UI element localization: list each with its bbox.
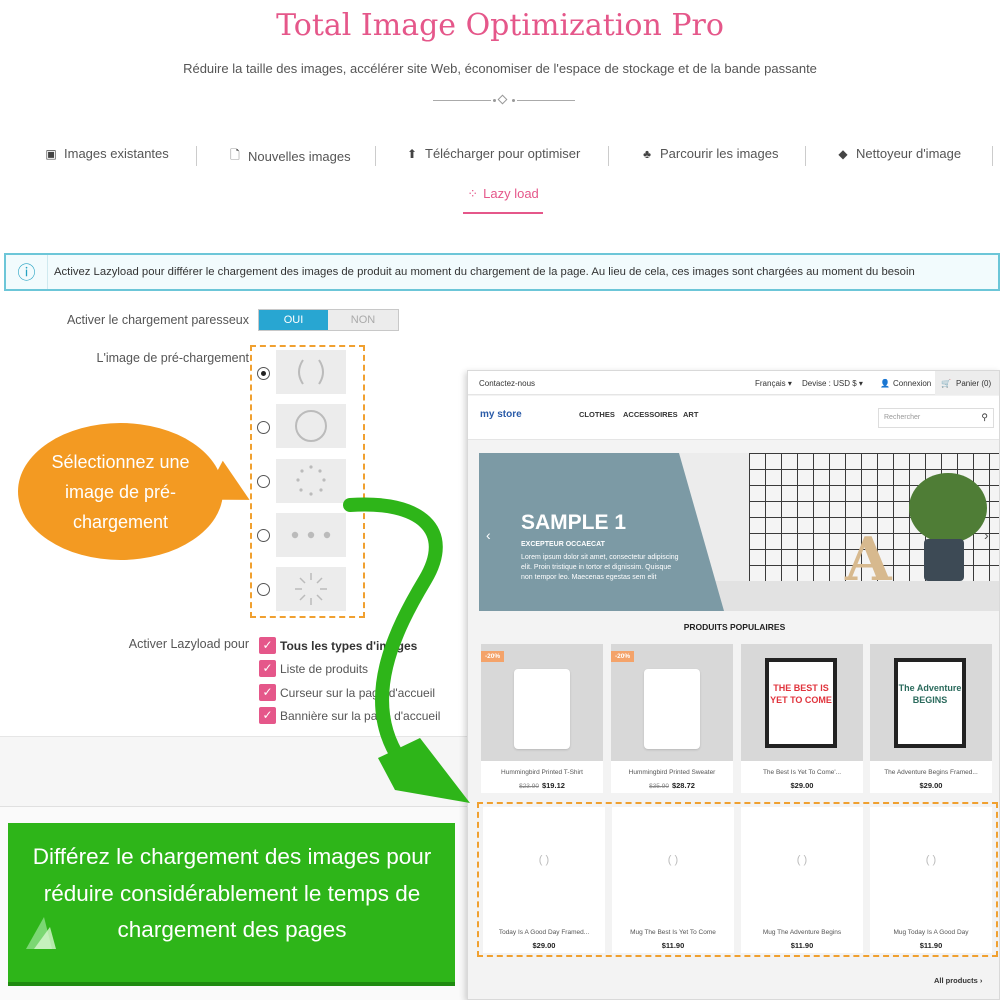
store-currency-select[interactable]: Devise : USD $ ▾ <box>802 379 863 388</box>
tab-telecharger[interactable]: ⬆ Télécharger pour optimiser <box>405 146 580 161</box>
product-card[interactable]: -20% Hummingbird Printed T-Shirt $23.90 $… <box>481 644 603 793</box>
store-login-link[interactable]: Connexion <box>893 379 931 388</box>
checkbox-all-image-types[interactable]: ✓ <box>259 637 276 654</box>
file-icon: 🗋 <box>230 148 240 162</box>
store-nav-accessoires[interactable]: ACCESSOIRES <box>623 410 678 419</box>
tab-bar: ▣ Images existantes 🗋 Nouvelles images ⬆ Té… <box>0 146 1000 168</box>
lazyload-label: Activer le chargement paresseux <box>66 313 249 327</box>
checkbox-all-image-types-label: Tous les types d'images <box>280 639 418 653</box>
store-preview: Contactez-nous Français ▾ Devise : USD $… <box>467 370 1000 1000</box>
tab-nettoyeur[interactable]: ◆ Nettoyeur d'image <box>836 146 961 161</box>
hero-decor-letter: A <box>845 525 892 595</box>
sweater-image <box>644 669 700 749</box>
form-footer <box>0 736 468 806</box>
lazyload-toggle[interactable]: OUI NON <box>258 309 399 331</box>
checkbox-home-banner[interactable]: ✓ <box>259 707 276 724</box>
checkbox-home-slider[interactable]: ✓ <box>259 684 276 701</box>
image-icon: ▣ <box>45 146 57 161</box>
user-icon: 👤 <box>880 379 890 388</box>
product-name[interactable]: Hummingbird Printed Sweater <box>611 769 733 776</box>
store-nav-art[interactable]: ART <box>683 410 698 419</box>
tab-lazy-load[interactable]: ⁘ Lazy load <box>463 186 543 214</box>
discount-badge: -20% <box>481 651 505 662</box>
store-search-input[interactable]: Rechercher ⚲ <box>878 408 994 428</box>
checkbox-home-slider-label: Curseur sur la page d'accueil <box>280 686 436 700</box>
select-preload-callout: Sélectionnez une image de pré-chargement <box>18 423 223 560</box>
store-topbar: Contactez-nous Français ▾ Devise : USD $… <box>468 371 999 395</box>
poster-frame-image: THE BEST IS YET TO COME <box>765 658 837 748</box>
page-title: Total Image Optimization Pro <box>276 8 724 43</box>
search-icon[interactable]: ⚲ <box>981 412 988 423</box>
checkbox-home-banner-label: Bannière sur la page d'accueil <box>280 709 441 723</box>
hero-title: SAMPLE 1 <box>521 511 627 534</box>
product-card[interactable]: -20% Hummingbird Printed Sweater $35.90 $… <box>611 644 733 793</box>
sitemap-icon: ♣ <box>643 146 651 161</box>
eraser-icon: ◆ <box>838 146 848 161</box>
tab-parcourir[interactable]: ♣ Parcourir les images <box>640 146 778 161</box>
spinner-icon: ⁘ <box>467 186 479 201</box>
loader-spokes-preview[interactable] <box>276 567 346 611</box>
product-price: $29.00 <box>919 781 943 790</box>
store-hero-slider: A SAMPLE 1 EXCEPTEUR OCCAECAT Lorem ipsu… <box>479 453 999 611</box>
popular-products-title: PRODUITS POPULAIRES <box>683 622 786 632</box>
upload-icon: ⬆ <box>406 146 418 161</box>
preload-radio-2[interactable] <box>257 421 270 434</box>
hero-plant <box>909 473 987 543</box>
product-price: $35.90 $28.72 <box>649 781 695 790</box>
hero-subtitle: EXCEPTEUR OCCAECAT <box>521 541 605 548</box>
product-card[interactable]: The Adventure BEGINS The Adventure Begin… <box>870 644 992 793</box>
loader-brackets-preview[interactable] <box>276 350 346 394</box>
toggle-off-button[interactable]: NON <box>328 310 398 330</box>
info-icon: ⓘ <box>6 255 48 289</box>
info-alert: ⓘ Activez Lazyload pour différer le char… <box>4 253 1000 291</box>
store-nav-clothes[interactable]: CLOTHES <box>579 410 615 419</box>
product-price: $29.00 <box>790 781 814 790</box>
checkbox-product-list-label: Liste de produits <box>280 662 369 676</box>
tab-nouvelles-images[interactable]: 🗋 Nouvelles images <box>228 146 350 167</box>
store-contact-link[interactable]: Contactez-nous <box>479 379 535 388</box>
cart-icon: 🛒 <box>941 379 951 388</box>
store-language-select[interactable]: Français ▾ <box>755 379 792 388</box>
product-card[interactable]: THE BEST IS YET TO COME The Best Is Yet … <box>741 644 863 793</box>
hero-next-arrow[interactable]: › <box>984 527 989 543</box>
toggle-on-button[interactable]: OUI <box>259 310 328 330</box>
loader-ring-preview[interactable] <box>276 404 346 448</box>
loader-three-dots-preview[interactable] <box>276 513 346 557</box>
title-divider <box>433 94 575 106</box>
page-subtitle: Réduire la taille des images, accélérer … <box>183 61 817 76</box>
hero-prev-arrow[interactable]: ‹ <box>486 527 491 543</box>
all-products-link[interactable]: All products › <box>934 976 982 985</box>
store-cart[interactable]: 🛒 Panier (0) <box>935 371 999 395</box>
discount-badge: -20% <box>611 651 635 662</box>
tab-images-existantes[interactable]: ▣ Images existantes <box>44 146 168 161</box>
preload-radio-5[interactable] <box>257 583 270 596</box>
tshirt-image <box>514 669 570 749</box>
product-name[interactable]: The Best Is Yet To Come'... <box>741 769 863 776</box>
store-logo[interactable]: my store <box>480 409 522 420</box>
hero-text: Lorem ipsum dolor sit amet, consectetur … <box>521 554 679 581</box>
loader-dots-circle-preview[interactable] <box>276 459 346 503</box>
lazy-benefit-callout: Différez le chargement des images pour r… <box>8 823 455 986</box>
triangle-decor-icon <box>26 917 56 949</box>
product-price: $23.90 $19.12 <box>519 781 565 790</box>
product-name[interactable]: Hummingbird Printed T-Shirt <box>481 769 603 776</box>
store-header: my store CLOTHES ACCESSOIRES ART Recherc… <box>468 396 999 440</box>
preload-image-label: L'image de pré-chargement <box>96 351 249 365</box>
apply-lazyload-label: Activer Lazyload pour <box>128 637 249 651</box>
preload-radio-4[interactable] <box>257 529 270 542</box>
checkbox-product-list[interactable]: ✓ <box>259 660 276 677</box>
lazy-products-highlight <box>477 802 998 957</box>
poster-frame-image: The Adventure BEGINS <box>894 658 966 748</box>
product-name[interactable]: The Adventure Begins Framed... <box>870 769 992 776</box>
info-alert-text: Activez Lazyload pour différer le charge… <box>54 266 915 278</box>
preload-radio-1[interactable] <box>257 367 270 380</box>
